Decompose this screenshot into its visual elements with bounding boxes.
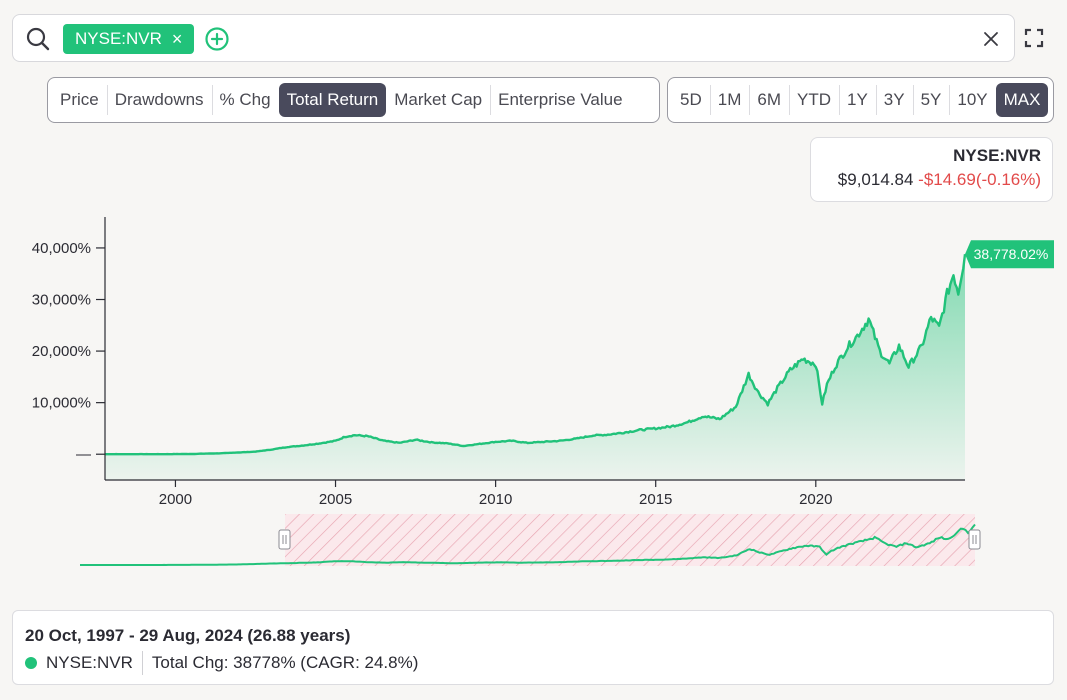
y-axis-ticks: 40,000% 30,000% 20,000% 10,000% — (32, 240, 105, 463)
range-tabs: 5D 1M 6M YTD 1Y 3Y 5Y 10Y MAX (667, 77, 1054, 123)
main-plot (105, 254, 967, 480)
legend-dot (25, 657, 37, 669)
end-value-label-text: 38,778.02% (974, 246, 1049, 262)
metric-tabs: Price Drawdowns % Chg Total Return Marke… (47, 77, 660, 123)
range-5y[interactable]: 5Y (912, 83, 950, 117)
tab-total-return[interactable]: Total Return (278, 83, 387, 117)
tab-drawdowns[interactable]: Drawdowns (106, 83, 212, 117)
divider (141, 651, 143, 675)
search-bar[interactable]: NYSE:NVR × (12, 14, 1015, 62)
x-tick-label: 2020 (799, 491, 832, 508)
x-axis-ticks: 2000 2005 2010 2015 2020 (159, 480, 832, 508)
range-5d[interactable]: 5D (672, 83, 710, 117)
quote-symbol: NYSE:NVR (953, 146, 1041, 165)
navigator-handle-left[interactable] (278, 529, 291, 550)
range-ytd[interactable]: YTD (788, 83, 839, 117)
legend-series-name: NYSE:NVR (46, 653, 133, 672)
range-1m[interactable]: 1M (709, 83, 750, 117)
quote-box: NYSE:NVR $9,014.84 -$14.69(-0.16%) (810, 137, 1053, 202)
y-tick-label: 20,000% (32, 343, 91, 360)
range-max[interactable]: MAX (995, 83, 1049, 117)
clear-search-icon[interactable] (980, 28, 1002, 50)
y-tick-label: — (76, 446, 91, 463)
end-value-label: 38,778.02% (965, 240, 1054, 269)
ticker-chip[interactable]: NYSE:NVR × (63, 24, 195, 54)
navigator-handle-right[interactable] (968, 529, 981, 550)
total-return-chart[interactable]: 40,000%30,000%20,000%10,000%— 2000 2005 20… (0, 205, 1067, 575)
tab-enterprise-value[interactable]: Enterprise Value (490, 83, 630, 117)
date-range: 20 Oct, 1997 - 29 Aug, 2024 (26.88 years… (25, 626, 351, 645)
search-icon (26, 27, 50, 51)
summary-footer: 20 Oct, 1997 - 29 Aug, 2024 (26.88 years… (12, 610, 1054, 685)
fullscreen-icon[interactable] (1023, 27, 1045, 49)
quote-change: -$14.69(-0.16%) (918, 170, 1041, 189)
navigator-selection[interactable] (285, 514, 975, 566)
tab-price[interactable]: Price (52, 83, 107, 117)
tab-market-cap[interactable]: Market Cap (386, 83, 490, 117)
add-ticker-icon[interactable] (204, 26, 230, 52)
ticker-chip-label: NYSE:NVR (75, 29, 162, 48)
range-3y[interactable]: 3Y (875, 83, 913, 117)
x-tick-label: 2010 (479, 491, 512, 508)
y-tick-label: 30,000% (32, 292, 91, 309)
x-tick-label: 2015 (639, 491, 672, 508)
x-tick-label: 2005 (319, 491, 352, 508)
chip-close-icon[interactable]: × (172, 24, 183, 54)
y-tick-label: 40,000% (32, 240, 91, 257)
quote-price: $9,014.84 (837, 170, 914, 189)
x-tick-label: 2000 (159, 491, 192, 508)
total-change-summary: Total Chg: 38778% (CAGR: 24.8%) (151, 653, 419, 672)
range-navigator[interactable] (80, 514, 981, 567)
y-tick-label: 10,000% (32, 395, 91, 412)
tab-pct-chg[interactable]: % Chg (211, 83, 279, 117)
range-1y[interactable]: 1Y (838, 83, 876, 117)
range-6m[interactable]: 6M (749, 83, 789, 117)
range-10y[interactable]: 10Y (949, 83, 995, 117)
